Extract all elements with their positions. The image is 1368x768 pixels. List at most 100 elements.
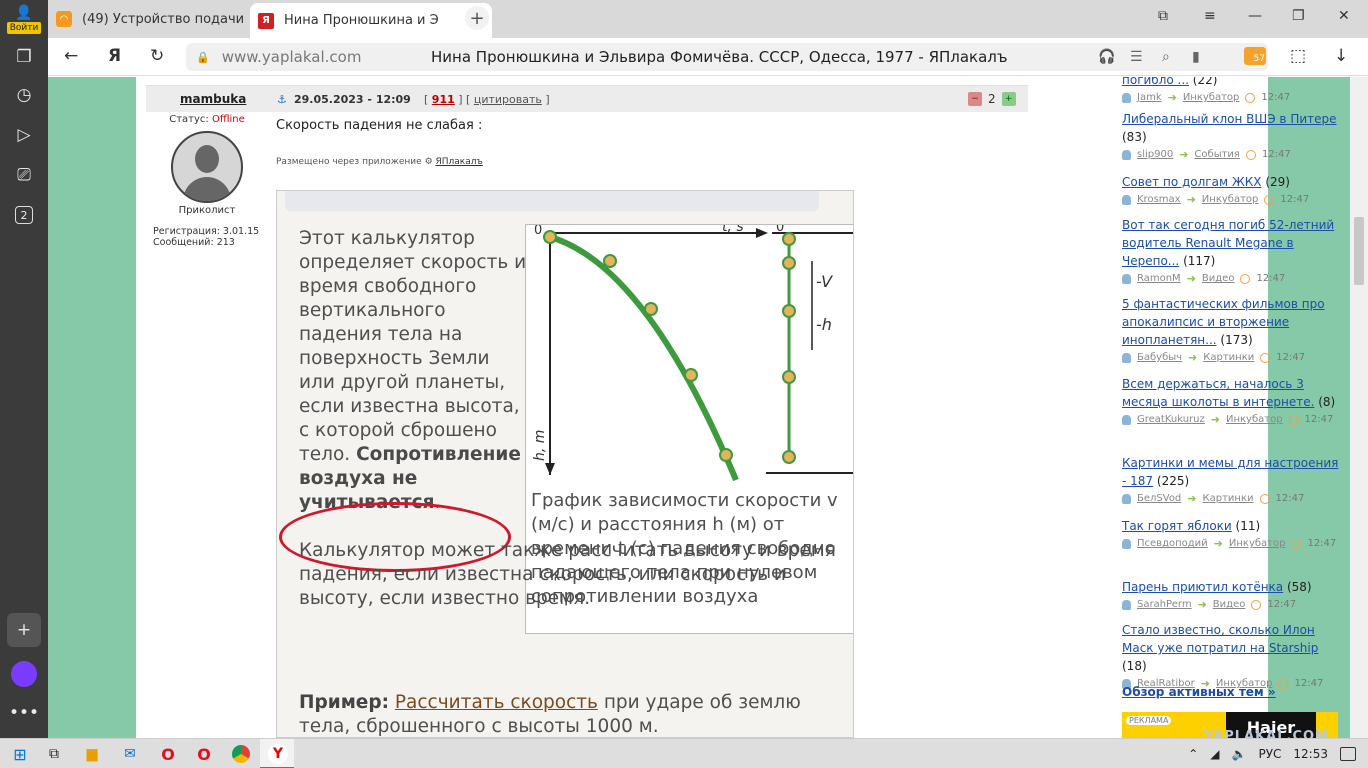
topic-category[interactable]: Картинки: [1203, 490, 1254, 508]
topic-category[interactable]: Видео: [1202, 270, 1235, 288]
rate-up-icon[interactable]: +: [1001, 92, 1016, 106]
topic-category[interactable]: Инкубатор: [1229, 535, 1286, 553]
extensions-icon[interactable]: ⬚: [1290, 46, 1306, 66]
bookmarks-icon[interactable]: ⧉: [1158, 8, 1168, 24]
new-tab-button[interactable]: +: [465, 6, 489, 30]
yandex-icon[interactable]: Я: [108, 46, 121, 66]
translate-icon[interactable]: ⌕: [1162, 49, 1170, 65]
topic-user[interactable]: БелSVod: [1137, 490, 1181, 508]
tab-active[interactable]: Я Нина Пронюшкина и Э: [250, 3, 492, 38]
restore-icon[interactable]: ❐: [1292, 8, 1305, 24]
topic-title[interactable]: Парень приютил котёнка: [1122, 580, 1283, 594]
topic-user[interactable]: Бабубыч: [1137, 349, 1182, 367]
video-icon[interactable]: ▷: [9, 120, 39, 150]
overview-link[interactable]: Обзор активных тем »: [1122, 685, 1276, 699]
tray-chevron-icon[interactable]: ⌃: [1188, 747, 1198, 761]
collections-icon[interactable]: ❐: [9, 42, 39, 72]
tab-device[interactable]: ◠ (49) Устройство подачи: [56, 4, 246, 34]
topic-title[interactable]: Совет по долгам ЖКХ: [1122, 175, 1261, 189]
topic-category[interactable]: Видео: [1213, 596, 1246, 614]
topic-category[interactable]: Инкубатор: [1202, 191, 1259, 209]
topic-title[interactable]: Так горят яблоки: [1122, 519, 1232, 533]
topic-category[interactable]: Инкубатор: [1226, 411, 1283, 429]
close-window-icon[interactable]: ✕: [1338, 8, 1350, 24]
axis-t: t, s: [722, 225, 744, 235]
anchor-icon[interactable]: ⚓: [277, 93, 287, 106]
arrow-right-icon: ➜: [1179, 148, 1189, 161]
add-panel-button[interactable]: +: [7, 613, 41, 647]
url-field[interactable]: 🔒 www.yaplakal.com Нина Пронюшкина и Эль…: [186, 43, 1268, 71]
topic-time: 12:47: [1261, 149, 1291, 160]
alice-icon[interactable]: [11, 661, 37, 687]
download-icon[interactable]: ↓: [1334, 46, 1348, 66]
cite-link[interactable]: цитировать: [474, 93, 542, 106]
page-scrollbar[interactable]: [1350, 77, 1368, 738]
post-image[interactable]: Этот калькулятор определяет скорость и в…: [276, 190, 854, 738]
topic-time: 12:47: [1275, 493, 1305, 504]
topic-user[interactable]: Krosmax: [1137, 191, 1181, 209]
topic-category[interactable]: Картинки: [1203, 349, 1254, 367]
more-icon[interactable]: •••: [9, 698, 39, 728]
clock[interactable]: 12:53: [1293, 747, 1328, 761]
zero-label: 0: [534, 225, 542, 238]
avatar[interactable]: [171, 131, 243, 203]
extension-icon[interactable]: 57: [1244, 47, 1266, 65]
history-icon[interactable]: ◷: [9, 80, 39, 110]
active-topics: погибло ... (22) Jamk ➜ Инкубатор 12:47 Либер…: [1122, 77, 1346, 738]
chrome-icon[interactable]: [232, 745, 250, 763]
language-indicator[interactable]: РУС: [1258, 747, 1281, 761]
topic-meta: GreatKukuruz ➜ Инкубатор 12:47: [1122, 411, 1346, 429]
scroll-thumb[interactable]: [1354, 217, 1364, 285]
topic-title[interactable]: Либеральный клон ВШЭ в Питере: [1122, 112, 1337, 126]
reload-icon[interactable]: ↻: [150, 46, 164, 66]
topic-title[interactable]: погибло ...: [1122, 77, 1189, 87]
arrow-right-icon: ➜: [1186, 193, 1196, 206]
topic-category[interactable]: Инкубатор: [1183, 89, 1240, 107]
minimize-icon[interactable]: —: [1248, 8, 1262, 24]
wifi-icon[interactable]: ◢: [1210, 747, 1219, 761]
windows-start-icon[interactable]: ⊞: [10, 744, 30, 764]
topic-category[interactable]: События: [1194, 146, 1240, 164]
topic-title[interactable]: Всем держаться, началось 3 месяца школот…: [1122, 377, 1314, 409]
opera-icon[interactable]: O: [158, 744, 178, 764]
reader-icon[interactable]: ☰: [1130, 49, 1143, 65]
topic-title[interactable]: Картинки и мемы для настроения - 187: [1122, 456, 1338, 488]
fall-graph: 0 t, s h, m 0 -V -h: [532, 219, 853, 482]
headphones-icon[interactable]: 🎧: [1098, 49, 1115, 65]
opera-gx-icon[interactable]: O: [194, 744, 214, 764]
volume-icon[interactable]: 🔈: [1232, 747, 1247, 761]
topic-meta: Jamk ➜ Инкубатор 12:47: [1122, 89, 1346, 107]
back-icon[interactable]: ←: [64, 46, 78, 66]
post-author[interactable]: mambuka: [180, 92, 246, 106]
post-number[interactable]: 911: [432, 93, 455, 106]
file-explorer-icon[interactable]: ▆: [82, 744, 102, 764]
tabs-count-button[interactable]: 2: [9, 200, 39, 230]
topic-item: Парень приютил котёнка (58) SarahPerm ➜ Вид…: [1122, 578, 1346, 614]
yandex-browser-icon[interactable]: Y: [268, 744, 288, 764]
bookmark-icon[interactable]: ▮: [1192, 49, 1200, 65]
user-icon: [1122, 195, 1131, 205]
login-button[interactable]: 👤 Войти: [4, 4, 44, 34]
calc-speed-link[interactable]: Рассчитать скорость: [395, 692, 598, 713]
topic-title[interactable]: Стало известно, сколько Илон Маск уже по…: [1122, 623, 1318, 655]
axis-h: h, m: [532, 430, 548, 461]
menu-icon[interactable]: ≡: [1204, 8, 1216, 24]
content-area: mambuka ⚓ 29.05.2023 - 12:09 [ 911 ] [ ц…: [136, 77, 1338, 738]
clock-icon: [1264, 195, 1275, 205]
screenshot-icon[interactable]: ⎚: [9, 160, 39, 190]
task-view-icon[interactable]: ⧉: [44, 744, 64, 764]
topic-user[interactable]: slip900: [1137, 146, 1173, 164]
app-link[interactable]: ЯПлакалъ: [436, 157, 483, 167]
topic-title[interactable]: Вот так сегодня погиб 52-летний водитель…: [1122, 218, 1334, 268]
mail-icon[interactable]: ✉: [120, 744, 140, 764]
topic-user[interactable]: Jamk: [1137, 89, 1162, 107]
topic-user[interactable]: GreatKukuruz: [1137, 411, 1205, 429]
topic-user[interactable]: Псевдоподий: [1137, 535, 1208, 553]
topic-user[interactable]: SarahPerm: [1137, 596, 1192, 614]
rate-down-icon[interactable]: −: [968, 92, 982, 106]
user-icon: [1122, 93, 1131, 103]
topic-user[interactable]: RamonM: [1137, 270, 1181, 288]
tab-bar: ◠ (49) Устройство подачи Я Нина Пронюшки…: [48, 0, 1368, 38]
notifications-icon[interactable]: [1340, 747, 1356, 761]
arrow-right-icon: ➜: [1186, 272, 1196, 285]
